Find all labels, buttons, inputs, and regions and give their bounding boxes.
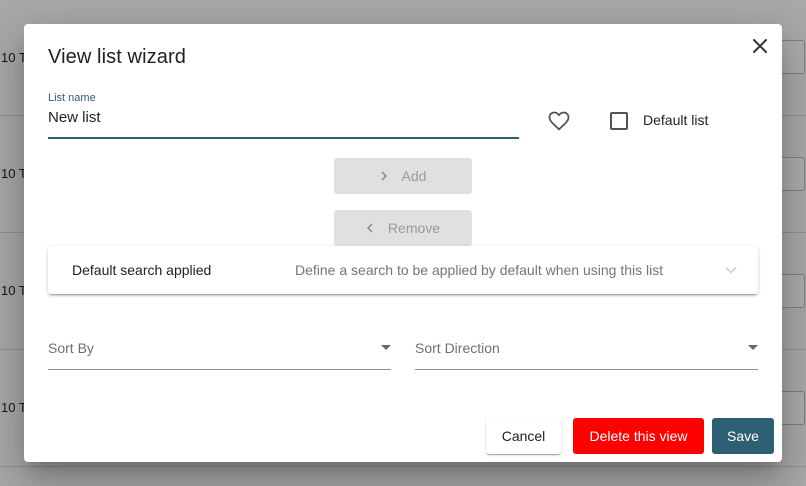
sort-by-select[interactable]: Sort By — [48, 336, 391, 370]
sort-direction-placeholder: Sort Direction — [415, 340, 500, 356]
default-search-description: Define a search to be applied by default… — [295, 262, 664, 278]
dropdown-arrow-icon — [381, 345, 391, 350]
sort-direction-underline — [415, 369, 758, 370]
list-name-label: List name — [48, 92, 96, 104]
remove-button[interactable]: Remove — [334, 210, 472, 246]
sort-by-underline — [48, 369, 391, 370]
add-button-label: Add — [401, 168, 427, 184]
heart-outline-icon — [548, 111, 570, 131]
chevron-down-icon — [725, 266, 737, 274]
default-search-panel[interactable]: Default search applied Define a search t… — [48, 246, 758, 294]
save-button[interactable]: Save — [712, 418, 774, 454]
remove-button-label: Remove — [387, 220, 441, 236]
list-name-field[interactable]: List name New list — [48, 92, 519, 139]
close-icon — [753, 39, 767, 53]
view-list-wizard-dialog: View list wizard List name New list Defa… — [24, 24, 782, 462]
list-name-input[interactable]: New list — [48, 109, 101, 126]
close-button[interactable] — [748, 34, 772, 58]
delete-view-button[interactable]: Delete this view — [573, 418, 704, 454]
chevron-right-icon — [381, 171, 387, 181]
sort-by-placeholder: Sort By — [48, 340, 94, 356]
default-search-title: Default search applied — [72, 262, 212, 278]
default-list-checkbox[interactable] — [610, 112, 628, 130]
dropdown-arrow-icon — [748, 345, 758, 350]
chevron-left-icon — [366, 223, 373, 233]
dialog-title: View list wizard — [48, 46, 186, 68]
cancel-button[interactable]: Cancel — [486, 418, 561, 454]
list-name-underline — [48, 137, 519, 139]
sort-direction-select[interactable]: Sort Direction — [415, 336, 758, 370]
favorite-button[interactable] — [547, 109, 571, 133]
default-list-label: Default list — [643, 112, 709, 128]
add-button[interactable]: Add — [334, 158, 472, 194]
